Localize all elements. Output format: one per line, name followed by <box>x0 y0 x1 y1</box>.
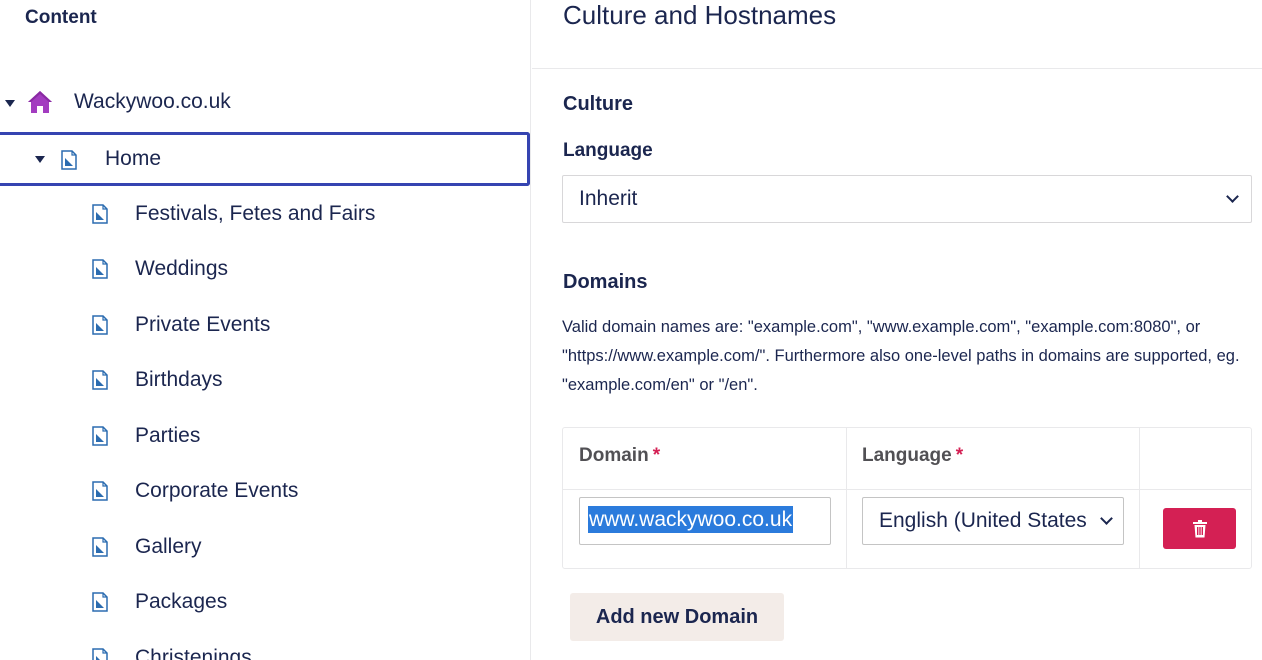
tree-node-child[interactable]: Birthdays <box>0 354 530 408</box>
tree-node-label: Gallery <box>135 535 202 558</box>
column-divider <box>1139 428 1140 568</box>
chevron-down-icon <box>1100 512 1113 525</box>
tree-node-child[interactable]: Festivals, Fetes and Fairs <box>0 188 530 242</box>
culture-heading: Culture <box>563 93 633 115</box>
tree-node-label: Festivals, Fetes and Fairs <box>135 202 376 225</box>
tree-node-child[interactable]: Christenings <box>0 632 530 660</box>
trash-icon <box>1192 519 1207 537</box>
tree-node-home[interactable]: Home <box>0 132 530 186</box>
home-icon <box>28 91 52 113</box>
column-divider <box>846 428 847 568</box>
tree-node-label: Private Events <box>135 313 271 336</box>
domain-language-value: English (United States) <box>879 509 1087 532</box>
delete-domain-button[interactable] <box>1163 508 1236 549</box>
document-icon <box>92 259 108 279</box>
chevron-down-icon <box>1226 190 1239 203</box>
domain-language-select[interactable]: English (United States) <box>862 497 1124 545</box>
caret-down-icon[interactable] <box>35 156 45 163</box>
document-icon <box>92 204 108 224</box>
domains-description: Valid domain names are: "example.com", "… <box>562 318 1240 394</box>
tree-node-label: Packages <box>135 590 228 613</box>
language-label: Language <box>563 140 653 161</box>
document-icon <box>92 648 108 660</box>
required-marker: * <box>955 445 964 466</box>
domains-table: Domain * Language * www.wackywoo.co.uk Eng… <box>562 427 1252 569</box>
domains-heading: Domains <box>563 271 648 293</box>
document-icon <box>92 370 108 390</box>
tree-node-label: Wackywoo.co.uk <box>74 90 231 113</box>
domain-column-label: Domain <box>579 445 649 466</box>
document-icon <box>92 426 108 446</box>
add-new-domain-button[interactable]: Add new Domain <box>570 593 784 641</box>
culture-language-value: Inherit <box>579 187 638 210</box>
content-tree-panel: Content Wackywoo.co.uk Home Festivals, F… <box>0 0 531 660</box>
tree-node-label: Home <box>105 147 162 170</box>
language-column-header: Language * <box>862 445 963 467</box>
tree-node-root[interactable]: Wackywoo.co.uk <box>0 76 530 130</box>
culture-language-select[interactable]: Inherit <box>562 175 1252 223</box>
document-icon <box>92 315 108 335</box>
tree-node-label: Corporate Events <box>135 479 299 502</box>
tree-node-child[interactable]: Private Events <box>0 299 530 353</box>
tree-node-child[interactable]: Weddings <box>0 243 530 297</box>
caret-down-icon[interactable] <box>5 100 15 107</box>
document-icon <box>61 150 77 170</box>
tree-node-label: Birthdays <box>135 368 223 391</box>
tree-node-label: Christenings <box>135 646 252 660</box>
tree-node-child[interactable]: Packages <box>0 576 530 630</box>
culture-hostnames-panel: Culture and Hostnames Culture Language I… <box>532 0 1262 660</box>
domain-column-header: Domain * <box>579 445 660 467</box>
document-icon <box>92 481 108 501</box>
tree-node-child[interactable]: Corporate Events <box>0 465 530 519</box>
document-icon <box>92 537 108 557</box>
domain-input[interactable]: www.wackywoo.co.uk <box>579 497 831 545</box>
tree-node-child[interactable]: Parties <box>0 410 530 464</box>
tree-node-child[interactable]: Gallery <box>0 521 530 575</box>
tree-header: Content <box>25 7 97 28</box>
tree-node-label: Weddings <box>135 257 229 280</box>
domain-input-value: www.wackywoo.co.uk <box>588 506 794 533</box>
row-divider <box>563 489 1251 490</box>
tree-node-label: Parties <box>135 424 201 447</box>
page-title: Culture and Hostnames <box>563 0 837 30</box>
required-marker: * <box>652 445 661 466</box>
header-divider <box>532 68 1262 69</box>
language-column-label: Language <box>862 445 952 466</box>
document-icon <box>92 592 108 612</box>
